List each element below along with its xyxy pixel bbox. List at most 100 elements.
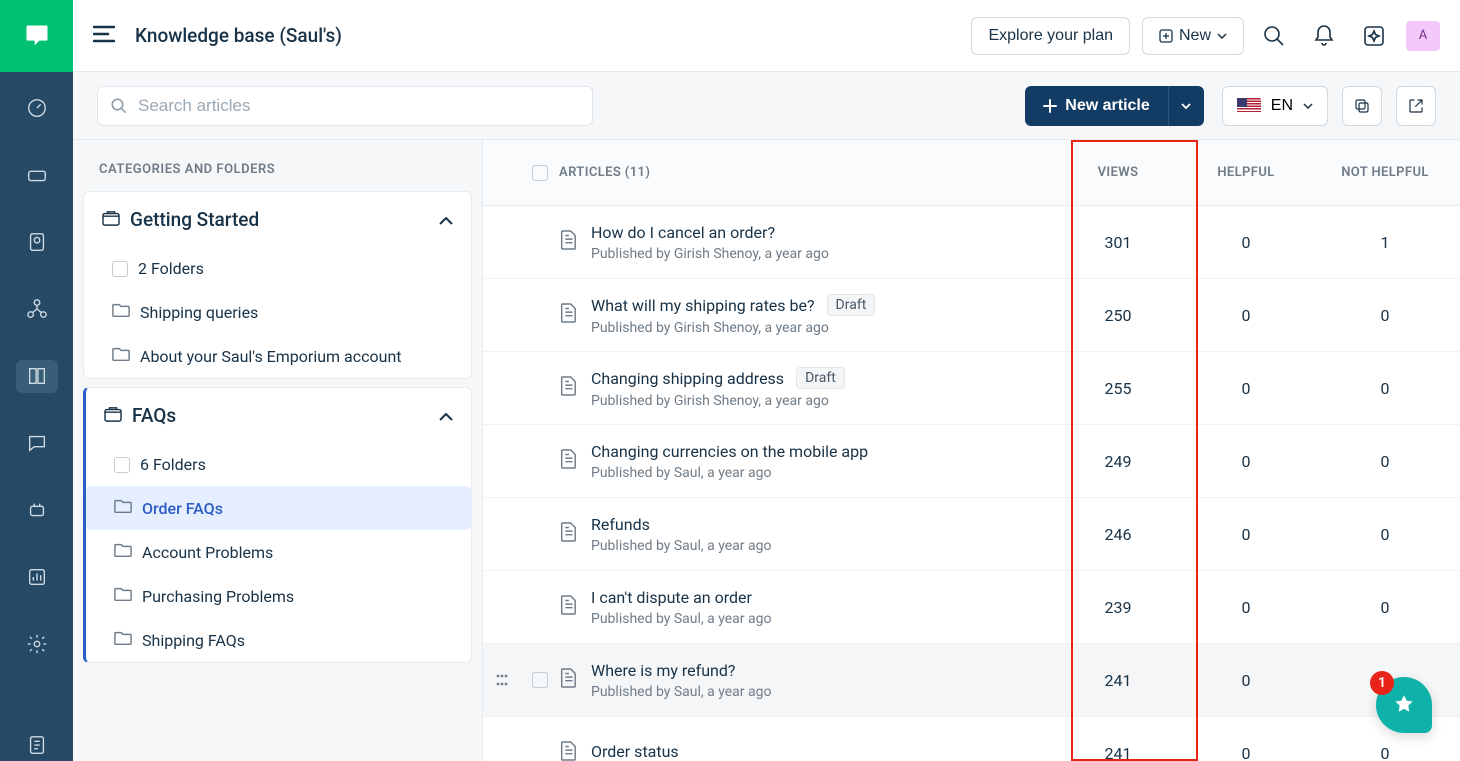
article-title: Refunds bbox=[591, 515, 771, 534]
sidebar: CATEGORIES AND FOLDERS Getting Started 2… bbox=[73, 140, 483, 761]
article-row[interactable]: Changing shipping address Draft Publishe… bbox=[483, 352, 1460, 425]
nav-contacts[interactable] bbox=[16, 226, 58, 259]
fab-badge: 1 bbox=[1370, 671, 1394, 695]
avatar[interactable]: A bbox=[1406, 21, 1440, 51]
article-row[interactable]: How do I cancel an order? Published by G… bbox=[483, 206, 1460, 279]
top-header: Knowledge base (Saul's) Explore your pla… bbox=[73, 0, 1460, 72]
chevron-up-icon bbox=[439, 210, 453, 229]
sidebar-item[interactable]: Purchasing Problems bbox=[86, 574, 471, 618]
folder-count-label: 6 Folders bbox=[140, 455, 206, 474]
sidebar-item[interactable]: Shipping queries bbox=[84, 290, 471, 334]
folder-count-row[interactable]: 6 Folders bbox=[86, 443, 471, 486]
article-title: Changing shipping address Draft bbox=[591, 367, 845, 389]
col-header-views[interactable]: VIEWS bbox=[1054, 165, 1182, 180]
nav-notes[interactable] bbox=[16, 728, 58, 761]
search-icon[interactable] bbox=[1254, 16, 1294, 56]
not-helpful-value: 0 bbox=[1310, 744, 1460, 761]
sidebar-item[interactable]: About your Saul's Emporium account bbox=[84, 334, 471, 378]
sidebar-item[interactable]: Account Problems bbox=[86, 530, 471, 574]
new-article-button[interactable]: New article bbox=[1025, 86, 1167, 126]
sidebar-item-label: Account Problems bbox=[142, 543, 273, 562]
helpful-value: 0 bbox=[1182, 306, 1310, 325]
col-header-helpful[interactable]: HELPFUL bbox=[1182, 165, 1310, 180]
sidebar-item-label: Purchasing Problems bbox=[142, 587, 294, 606]
help-fab[interactable]: 1 bbox=[1376, 677, 1432, 733]
helpful-value: 0 bbox=[1182, 671, 1310, 690]
article-row[interactable]: I can't dispute an order Published by Sa… bbox=[483, 571, 1460, 644]
sparkle-icon[interactable] bbox=[1354, 16, 1394, 56]
copy-button[interactable] bbox=[1342, 86, 1382, 126]
nav-dashboard[interactable] bbox=[16, 92, 58, 125]
views-value: 241 bbox=[1054, 744, 1182, 761]
explore-plan-button[interactable]: Explore your plan bbox=[971, 17, 1130, 55]
folder-icon bbox=[112, 346, 130, 366]
folder-count-checkbox[interactable] bbox=[114, 457, 130, 473]
folder-count-row[interactable]: 2 Folders bbox=[84, 247, 471, 290]
drag-handle[interactable] bbox=[483, 673, 521, 687]
article-row[interactable]: Refunds Published by Saul, a year ago 24… bbox=[483, 498, 1460, 571]
nav-network[interactable] bbox=[16, 293, 58, 326]
search-input[interactable] bbox=[138, 96, 580, 116]
article-meta: Published by Saul, a year ago bbox=[591, 611, 771, 627]
article-meta: Published by Girish Shenoy, a year ago bbox=[591, 320, 875, 336]
article-row[interactable]: Where is my refund? Published by Saul, a… bbox=[483, 644, 1460, 717]
article-row[interactable]: What will my shipping rates be? Draft Pu… bbox=[483, 279, 1460, 352]
nav-knowledge-base[interactable] bbox=[16, 360, 58, 393]
article-row[interactable]: Changing currencies on the mobile app Pu… bbox=[483, 425, 1460, 498]
not-helpful-value: 0 bbox=[1310, 306, 1460, 325]
document-icon bbox=[559, 741, 577, 761]
article-list: ARTICLES (11) VIEWS HELPFUL NOT HELPFUL … bbox=[483, 140, 1460, 761]
folder-icon bbox=[114, 542, 132, 562]
document-icon bbox=[559, 303, 577, 327]
new-article-dropdown[interactable] bbox=[1168, 86, 1204, 126]
nav-reports[interactable] bbox=[16, 560, 58, 593]
language-label: EN bbox=[1271, 97, 1293, 115]
document-icon bbox=[559, 376, 577, 400]
views-value: 250 bbox=[1054, 306, 1182, 325]
category-icon bbox=[102, 210, 120, 230]
article-title: What will my shipping rates be? Draft bbox=[591, 294, 875, 316]
avatar-letter: A bbox=[1419, 28, 1427, 43]
views-value: 301 bbox=[1054, 233, 1182, 252]
category-icon bbox=[104, 406, 122, 426]
folder-count-label: 2 Folders bbox=[138, 259, 204, 278]
category-header[interactable]: FAQs bbox=[86, 388, 471, 443]
open-external-button[interactable] bbox=[1396, 86, 1436, 126]
helpful-value: 0 bbox=[1182, 452, 1310, 471]
category: FAQs 6 Folders Order FAQs Account Problems… bbox=[83, 387, 472, 663]
document-icon bbox=[559, 230, 577, 254]
article-title: I can't dispute an order bbox=[591, 588, 771, 607]
language-button[interactable]: EN bbox=[1222, 86, 1328, 126]
not-helpful-value: 0 bbox=[1310, 598, 1460, 617]
nav-chat[interactable] bbox=[16, 427, 58, 460]
nav-tickets[interactable] bbox=[16, 159, 58, 192]
left-nav bbox=[0, 72, 73, 761]
sidebar-item-label: Order FAQs bbox=[142, 499, 223, 518]
folder-icon bbox=[114, 498, 132, 518]
hamburger-icon[interactable] bbox=[93, 25, 115, 47]
page-title: Knowledge base (Saul's) bbox=[135, 24, 342, 47]
document-icon bbox=[559, 522, 577, 546]
nav-settings[interactable] bbox=[16, 627, 58, 660]
document-icon bbox=[559, 449, 577, 473]
toolbar: New article EN bbox=[73, 72, 1460, 140]
bell-icon[interactable] bbox=[1304, 16, 1344, 56]
article-meta: Published by Saul, a year ago bbox=[591, 465, 868, 481]
article-row[interactable]: Order status 241 0 0 bbox=[483, 717, 1460, 761]
search-box[interactable] bbox=[97, 86, 593, 126]
brand-logo[interactable] bbox=[0, 0, 73, 72]
folder-count-checkbox[interactable] bbox=[112, 261, 128, 277]
col-header-articles[interactable]: ARTICLES (11) bbox=[559, 165, 1054, 180]
row-checkbox[interactable] bbox=[532, 672, 548, 688]
not-helpful-value: 0 bbox=[1310, 452, 1460, 471]
new-button[interactable]: New bbox=[1142, 17, 1244, 55]
sidebar-item[interactable]: Order FAQs bbox=[86, 486, 471, 530]
main-area: CATEGORIES AND FOLDERS Getting Started 2… bbox=[73, 140, 1460, 761]
sidebar-item-label: Shipping queries bbox=[140, 303, 258, 322]
select-all-checkbox[interactable] bbox=[532, 165, 548, 181]
article-meta: Published by Girish Shenoy, a year ago bbox=[591, 393, 845, 409]
sidebar-item[interactable]: Shipping FAQs bbox=[86, 618, 471, 662]
col-header-not-helpful[interactable]: NOT HELPFUL bbox=[1310, 165, 1460, 180]
category-header[interactable]: Getting Started bbox=[84, 192, 471, 247]
nav-bot[interactable] bbox=[16, 493, 58, 526]
